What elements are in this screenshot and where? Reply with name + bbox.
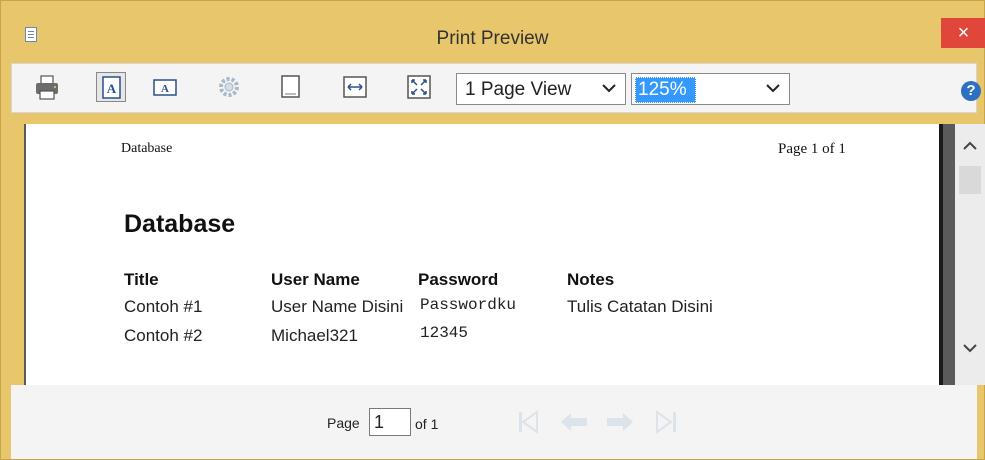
column-header-title: Title	[124, 270, 159, 289]
view-mode-value: 1 Page View	[465, 79, 572, 100]
window-title: Print Preview	[436, 28, 549, 49]
page-count-label: of 1	[415, 416, 439, 432]
page-header-right: Page 1 of 1	[778, 141, 846, 157]
footer-bar: Page 1 of 1	[11, 385, 977, 459]
vertical-scrollbar[interactable]	[955, 124, 985, 385]
svg-text:A: A	[161, 83, 169, 95]
preview-page: Database Page 1 of 1 Database Title User…	[26, 124, 943, 385]
cell-title: Contoh #2	[124, 326, 203, 345]
chevron-down-icon	[766, 84, 780, 93]
first-page-icon[interactable]	[511, 407, 545, 437]
next-page-icon[interactable]	[603, 407, 637, 437]
settings-gear-icon[interactable]	[214, 72, 244, 102]
report-title: Database	[124, 210, 236, 238]
column-header-password: Password	[418, 270, 499, 289]
chevron-down-icon	[602, 84, 616, 93]
page-width-icon[interactable]	[340, 72, 370, 102]
title-bar: Print Preview ×	[1, 1, 985, 57]
previous-page-icon[interactable]	[557, 407, 591, 437]
fit-page-icon[interactable]	[404, 72, 434, 102]
whole-page-icon[interactable]	[276, 72, 306, 102]
preview-area: Database Page 1 of 1 Database Title User…	[24, 124, 955, 385]
page-header-left: Database	[121, 141, 173, 156]
cell-user-name: Michael321	[271, 326, 358, 345]
scroll-down-icon[interactable]	[962, 342, 978, 354]
svg-text:A: A	[107, 81, 117, 96]
print-preview-window: Print Preview × A A 1 Page View 125% ? D…	[0, 0, 985, 460]
cell-notes: Tulis Catatan Disini	[567, 297, 713, 316]
column-header-user-name: User Name	[271, 270, 360, 289]
cell-user-name: User Name Disini	[271, 297, 404, 316]
column-header-notes: Notes	[567, 270, 615, 289]
cell-title: Contoh #1	[124, 297, 203, 316]
zoom-select[interactable]: 125%	[631, 73, 790, 105]
zoom-value: 125%	[635, 77, 696, 103]
scrollbar-thumb[interactable]	[959, 166, 981, 194]
view-mode-select[interactable]: 1 Page View	[456, 73, 626, 105]
page-number-input[interactable]: 1	[369, 408, 411, 436]
last-page-icon[interactable]	[649, 407, 683, 437]
cell-password: 12345	[420, 324, 469, 342]
close-button[interactable]: ×	[941, 18, 985, 48]
help-icon[interactable]: ?	[961, 81, 981, 101]
scroll-up-icon[interactable]	[962, 140, 978, 152]
portrait-icon[interactable]: A	[96, 72, 126, 102]
toolbar: A A 1 Page View 125% ?	[11, 63, 981, 113]
landscape-icon[interactable]: A	[150, 72, 180, 102]
printer-icon[interactable]	[32, 72, 62, 102]
cell-password: Passwordku	[420, 296, 517, 314]
page-label: Page	[327, 415, 360, 431]
